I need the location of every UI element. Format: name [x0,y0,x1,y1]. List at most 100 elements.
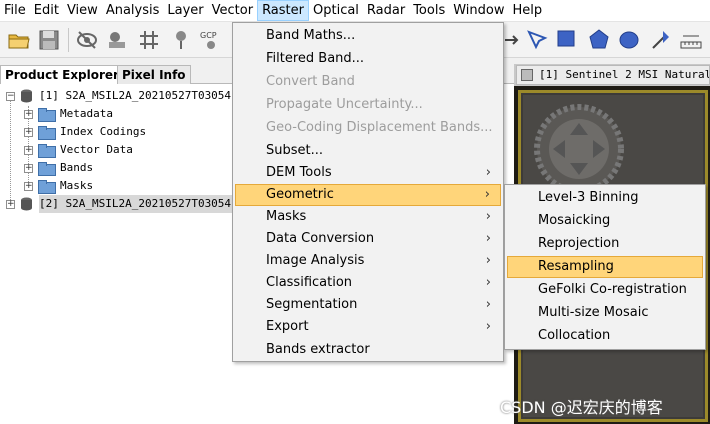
image-view-tab[interactable]: [1] Sentinel 2 MSI Natural Co [516,65,710,85]
menu-view[interactable]: View [63,0,102,21]
tree-item-metadata[interactable]: + Metadata [24,105,113,123]
menu-item-label: Masks [266,209,307,224]
menu-item-label: Export [266,319,309,334]
submenu-arrow-icon: › [485,165,491,180]
ellipse-icon[interactable] [616,27,642,53]
menu-radar[interactable]: Radar [363,0,409,21]
menu-item-filtered-band[interactable]: Filtered Band... [235,48,501,70]
submenu-arrow-icon: › [485,253,491,268]
submenu-item-label: Resampling [538,259,614,274]
navigation-compass-icon[interactable] [533,103,625,195]
submenu-arrow-icon: › [485,231,491,246]
expand-icon[interactable]: + [24,163,33,173]
expand-icon[interactable]: + [24,127,33,137]
menu-item-label: Convert Band [266,74,355,89]
menu-bar: File Edit View Analysis Layer Vector Ras… [0,0,710,22]
expand-icon[interactable]: + [24,181,33,191]
tree-item-masks[interactable]: + Masks [24,177,93,195]
polygon-icon[interactable] [586,27,612,53]
submenu-item-label: Reprojection [538,236,620,251]
tree-item-vector-data[interactable]: + Vector Data [24,141,133,159]
magic-wand-icon[interactable] [648,27,674,53]
menu-item-bands-extractor[interactable]: Bands extractor [235,339,501,361]
menu-item-label: DEM Tools [266,165,332,180]
tree-item-label: Bands [60,161,94,174]
tab-product-explorer[interactable]: Product Explorer [0,65,124,84]
gcp-label: GCP [200,31,217,40]
save-product-icon[interactable] [36,27,62,53]
tree-item-index-codings[interactable]: + Index Codings [24,123,146,141]
submenu-item-gefolki-coregistration[interactable]: GeFolki Co-registration [507,279,703,301]
tree-item-label: Vector Data [60,143,133,156]
menu-item-band-maths[interactable]: Band Maths... [235,25,501,47]
mask-icon[interactable] [104,27,130,53]
folder-icon [38,180,56,194]
submenu-item-multi-size-mosaic[interactable]: Multi-size Mosaic [507,302,703,324]
grid-icon[interactable] [136,27,162,53]
menu-item-label: Band Maths... [266,28,356,43]
submenu-item-collocation[interactable]: Collocation [507,325,703,347]
select-icon[interactable] [524,27,550,53]
raster-menu: Band Maths... Filtered Band... Convert B… [232,22,504,362]
tree-product-1[interactable]: − [1] S2A_MSIL2A_20210527T030541_ [6,87,244,105]
menu-item-export[interactable]: Export › [235,316,501,338]
menu-item-image-analysis[interactable]: Image Analysis › [235,250,501,272]
menu-optical[interactable]: Optical [309,0,363,21]
menu-item-masks[interactable]: Masks › [235,206,501,228]
geometric-submenu: Level-3 Binning Mosaicking Reprojection … [504,184,706,350]
menu-edit[interactable]: Edit [30,0,63,21]
submenu-item-label: GeFolki Co-registration [538,282,687,297]
menu-item-dem-tools[interactable]: DEM Tools › [235,162,501,184]
submenu-item-label: Collocation [538,328,611,343]
submenu-item-reprojection[interactable]: Reprojection [507,233,703,255]
tree-item-bands[interactable]: + Bands [24,159,93,177]
submenu-item-label: Level-3 Binning [538,190,639,205]
folder-icon [38,108,56,122]
menu-vector[interactable]: Vector [208,0,257,21]
submenu-arrow-icon: › [485,209,491,224]
menu-item-data-conversion[interactable]: Data Conversion › [235,228,501,250]
submenu-arrow-icon: › [485,319,491,334]
submenu-item-level3-binning[interactable]: Level-3 Binning [507,187,703,209]
open-product-icon[interactable] [6,27,32,53]
menu-item-geometric[interactable]: Geometric › [235,184,501,206]
tab-pixel-info[interactable]: Pixel Info [117,65,191,84]
submenu-item-mosaicking[interactable]: Mosaicking [507,210,703,232]
menu-item-label: Data Conversion [266,231,375,246]
image-view-title: [1] Sentinel 2 MSI Natural Co [539,68,710,81]
tree-product-2[interactable]: + [2] S2A_MSIL2A_20210527T030541_ [6,195,249,213]
menu-item-label: Propagate Uncertainty... [266,97,423,112]
folder-icon [38,126,56,140]
menu-raster[interactable]: Raster [257,0,309,21]
folder-icon [38,144,56,158]
collapse-icon[interactable]: − [6,91,15,101]
watermark-text: CSDN @迟宏庆的博客 [500,398,663,417]
product-1-label: [1] S2A_MSIL2A_20210527T030541_ [39,89,245,102]
menu-help[interactable]: Help [509,0,547,21]
expand-icon[interactable]: + [24,109,33,119]
menu-item-segmentation[interactable]: Segmentation › [235,294,501,316]
submenu-item-resampling[interactable]: Resampling [507,256,703,278]
product-icon [21,197,32,211]
menu-item-subset[interactable]: Subset... [235,140,501,162]
hide-icon[interactable] [74,27,100,53]
expand-icon[interactable]: + [24,145,33,155]
menu-item-label: Geometric [266,187,334,202]
menu-tools[interactable]: Tools [409,0,449,21]
gcp-icon[interactable]: GCP [198,27,224,53]
tree-item-label: Masks [60,179,94,192]
measure-icon[interactable] [678,27,704,53]
rectangle-icon[interactable] [554,27,580,53]
menu-item-classification[interactable]: Classification › [235,272,501,294]
expand-icon[interactable]: + [6,199,15,209]
menu-item-label: Image Analysis [266,253,365,268]
menu-analysis[interactable]: Analysis [102,0,164,21]
menu-window[interactable]: Window [449,0,508,21]
folder-icon [38,162,56,176]
submenu-arrow-icon: › [485,275,491,290]
menu-item-geo-coding-displacement: Geo-Coding Displacement Bands... [235,117,501,139]
submenu-item-label: Mosaicking [538,213,611,228]
menu-file[interactable]: File [0,0,30,21]
pin-icon[interactable] [168,27,194,53]
menu-layer[interactable]: Layer [163,0,207,21]
